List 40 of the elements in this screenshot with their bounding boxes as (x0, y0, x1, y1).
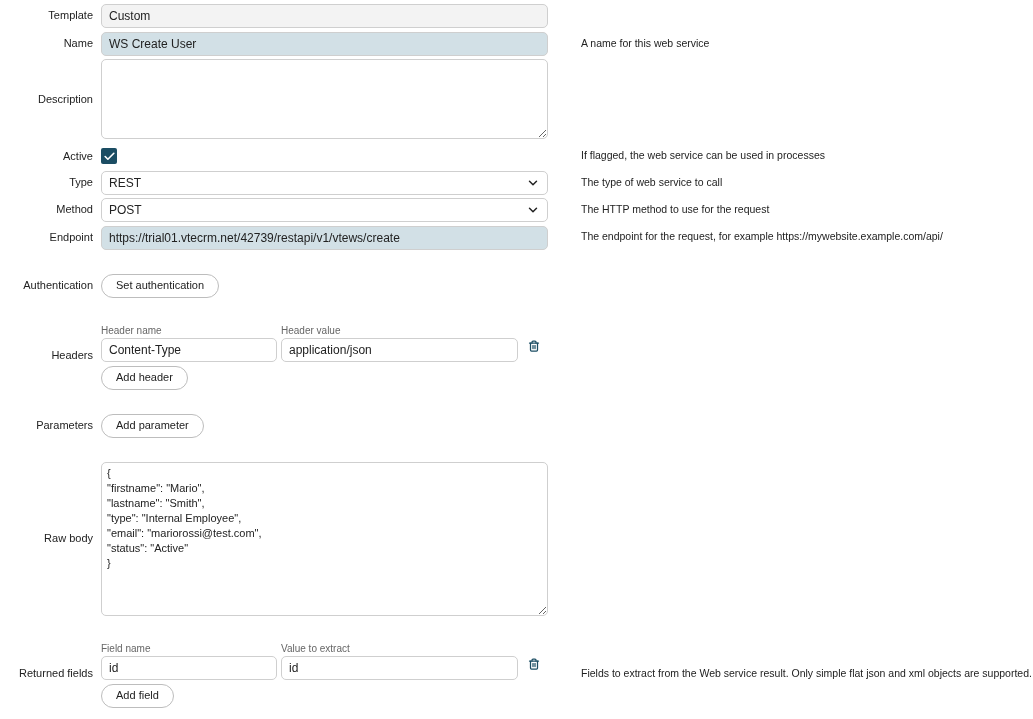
help-text: Fields to extract from the Web service result. Only simple flat json and xml objects are supported. (581, 665, 1032, 681)
field-label: Type (68, 175, 93, 191)
field-label: Authentication (22, 278, 93, 294)
field-label: Endpoint (48, 229, 93, 245)
active-checkbox[interactable] (101, 148, 117, 165)
help-text: The endpoint for the request, for example https://mywebsite.example.com/api/ (581, 229, 943, 245)
raw-body-field[interactable]: { "firstname": "Mario", "lastname": "Smith", "type": "Internal Employee", "email": "mariorossi@test.com", "status": "Active" } (101, 461, 548, 616)
field-label: Raw body (43, 531, 93, 547)
field-label: Active (62, 149, 93, 164)
form-button[interactable]: Set authentication (101, 273, 220, 298)
text-field[interactable]: id (281, 655, 518, 680)
field-label: Method (55, 202, 93, 218)
field-label: Name (62, 36, 93, 52)
text-field[interactable]: Custom (101, 4, 548, 28)
field-label: Template (47, 8, 93, 24)
add-button[interactable]: Add field (101, 683, 174, 708)
delete-icon[interactable] (528, 339, 540, 352)
help-text: If flagged, the web service can be used in processes (581, 148, 825, 164)
field-label: Description (36, 91, 93, 107)
text-field[interactable]: Content-Type (101, 337, 277, 362)
column-label: Header value (281, 325, 341, 336)
text-field[interactable]: https://trial01.vtecrm.net/42739/restapi/v1/vtews/create (101, 225, 548, 250)
delete-icon[interactable] (528, 657, 540, 670)
select-field[interactable]: REST (101, 170, 548, 195)
field-label: Parameters (35, 418, 93, 434)
select-field[interactable]: POST (101, 197, 548, 222)
description-field[interactable] (101, 59, 548, 139)
field-label: Returned fields (18, 666, 93, 682)
help-text: The HTTP method to use for the request (581, 201, 770, 217)
text-field[interactable]: WS Create User (101, 32, 548, 56)
field-label: Headers (50, 348, 93, 364)
add-button[interactable]: Add header (101, 365, 188, 390)
column-label: Value to extract (281, 643, 350, 654)
help-text: The type of web service to call (581, 174, 723, 190)
text-field[interactable]: id (101, 655, 277, 680)
column-label: Header name (101, 325, 163, 336)
form-button[interactable]: Add parameter (101, 413, 204, 438)
help-text: A name for this web service (581, 35, 710, 51)
text-field[interactable]: application/json (281, 337, 518, 362)
column-label: Field name (101, 643, 152, 654)
